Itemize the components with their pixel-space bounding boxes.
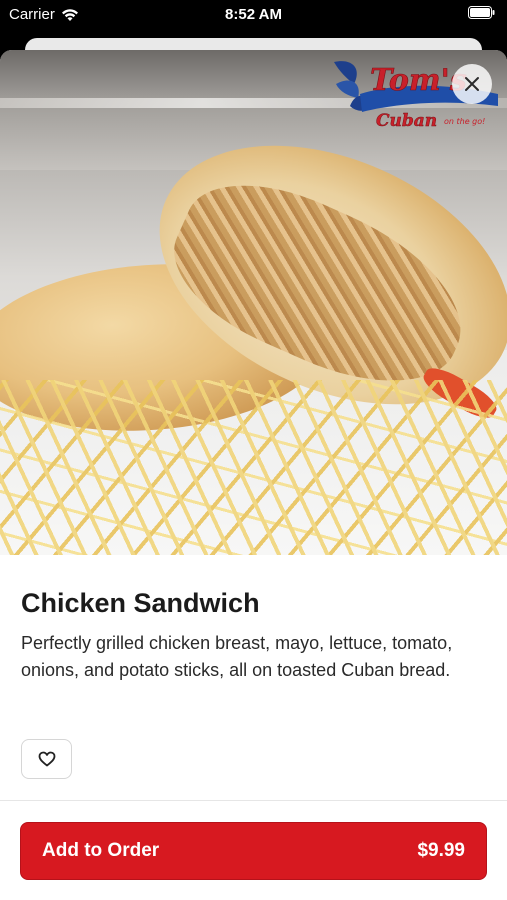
item-description: Perfectly grilled chicken breast, mayo, … <box>21 633 453 680</box>
status-right <box>468 6 495 23</box>
status-time: 8:52 AM <box>225 6 282 23</box>
item-detail-sheet: Tom's Cuban on the go! Chicken Sandwich … <box>0 50 507 900</box>
favorite-button[interactable] <box>21 739 72 779</box>
logo-tagline-text: on the go! <box>444 117 485 126</box>
add-to-order-label: Add to Order <box>42 840 160 861</box>
status-bar: Carrier 8:52 AM <box>0 0 507 30</box>
close-icon <box>465 77 479 91</box>
close-button[interactable] <box>452 64 492 104</box>
battery-icon <box>468 6 495 19</box>
logo-sub-text: Cuban <box>376 111 437 130</box>
heart-icon <box>38 751 55 767</box>
divider <box>0 800 507 801</box>
photo-potato-sticks <box>0 380 507 555</box>
add-to-order-button[interactable]: Add to Order $9.99 <box>20 822 487 880</box>
item-price: $9.99 <box>417 840 465 861</box>
item-photo: Tom's Cuban on the go! <box>0 50 507 555</box>
item-title: Chicken Sandwich <box>21 588 260 618</box>
